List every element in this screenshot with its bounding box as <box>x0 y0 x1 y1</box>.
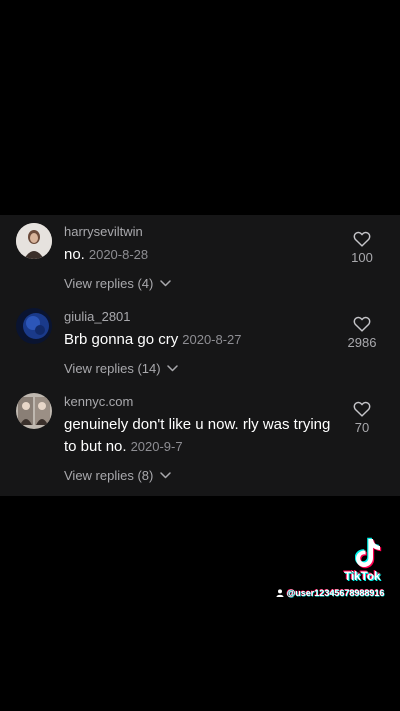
comment-text: genuinely don't like u now. rly was tryi… <box>64 414 334 458</box>
like-count: 2986 <box>347 335 377 350</box>
user-icon <box>276 589 284 597</box>
comment-text: no. 2020-8-28 <box>64 244 334 266</box>
chevron-down-icon <box>160 472 171 479</box>
comment-text: Brb gonna go cry 2020-8-27 <box>64 329 334 351</box>
like-button[interactable]: 100 <box>336 231 388 265</box>
view-replies-label: View replies (8) <box>64 468 154 483</box>
tiktok-watermark: TikTok @user12345678988916 <box>272 537 396 603</box>
like-count: 100 <box>351 250 373 265</box>
like-button[interactable]: 70 <box>336 401 388 435</box>
user-handle-text: @user12345678988916 <box>286 588 385 598</box>
heart-outline-icon <box>353 231 371 247</box>
comment-username[interactable]: giulia_2801 <box>64 309 131 324</box>
comment-username[interactable]: harryseviltwin <box>64 224 143 239</box>
tiktok-brand-text: TikTok <box>344 569 381 583</box>
comment-body: no. <box>64 246 85 263</box>
view-replies-button[interactable]: View replies (4) <box>64 276 171 291</box>
chevron-down-icon <box>167 365 178 372</box>
comment-date: 2020-8-28 <box>88 247 149 262</box>
heart-outline-icon <box>353 401 371 417</box>
view-replies-label: View replies (14) <box>64 361 161 376</box>
view-replies-label: View replies (4) <box>64 276 154 291</box>
chevron-down-icon <box>160 280 171 287</box>
like-count: 70 <box>354 420 370 435</box>
comment-date: 2020-9-7 <box>130 439 183 454</box>
tiktok-user-handle: @user12345678988916 <box>276 588 384 598</box>
tiktok-logo-icon <box>355 537 382 569</box>
heart-outline-icon <box>353 316 371 332</box>
avatar[interactable] <box>16 223 52 259</box>
view-replies-button[interactable]: View replies (8) <box>64 468 171 483</box>
avatar[interactable] <box>16 393 52 429</box>
comment-body: genuinely don't like u now. rly was tryi… <box>64 416 331 455</box>
comment-date: 2020-8-27 <box>182 332 242 347</box>
avatar[interactable] <box>16 308 52 344</box>
comment-username[interactable]: kennyc.com <box>64 394 133 409</box>
like-button[interactable]: 2986 <box>336 316 388 350</box>
comments-panel: harryseviltwin no. 2020-8-28 View replies… <box>0 215 400 496</box>
view-replies-button[interactable]: View replies (14) <box>64 361 178 376</box>
comment-body: Brb gonna go cry <box>64 331 179 348</box>
